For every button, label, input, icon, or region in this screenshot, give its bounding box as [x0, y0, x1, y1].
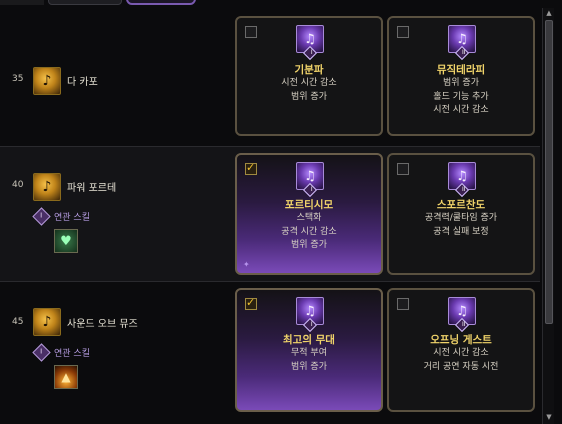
tripod-title: 뮤직테라피 — [436, 64, 486, 76]
scroll-up-arrow-icon[interactable]: ▲ — [544, 8, 554, 18]
tripod-checkbox-checked[interactable]: ✓ — [245, 161, 257, 175]
tripod-description: 범위 증가 홀드 기능 추가 시전 시간 감소 — [433, 78, 489, 115]
tripod-card[interactable]: ♫ II 오프닝 게스트 시전 시간 감소 거리 공연 자동 시전 — [387, 288, 535, 412]
tripod-card[interactable]: ♫ I 기분파 시전 시간 감소 범위 증가 — [235, 16, 383, 136]
music-note-icon[interactable]: ♪ — [33, 308, 61, 336]
tripod-rune-icon: ♫ II — [448, 297, 476, 333]
tripod-title: 스포르찬도 — [436, 199, 486, 211]
related-skill-label: I 연관 스킬 — [32, 207, 90, 226]
scroll-down-arrow-icon[interactable]: ▼ — [544, 412, 554, 422]
tripod-description: 스택화 공격 시간 감소 범위 증가 — [281, 213, 337, 250]
tripod-rune-icon: ♫ II — [448, 25, 476, 61]
skill-level: 45 — [12, 317, 24, 327]
tripod-title: 오프닝 게스트 — [430, 334, 492, 346]
tab-active[interactable] — [126, 0, 196, 5]
tripod-checkbox[interactable] — [397, 163, 409, 175]
tripod-rune-icon: ♫ I — [296, 297, 324, 333]
tripod-card-selected[interactable]: ✓ ♫ I 포르티시모 스택화 공격 시간 감소 범위 증가 ✦ — [235, 153, 383, 275]
music-note-icon[interactable]: ♪ — [33, 67, 61, 95]
tripod-card-selected[interactable]: ✓ ♫ I 최고의 무대 무적 부여 범위 증가 — [235, 288, 383, 412]
related-skill-label: I 연관 스킬 — [32, 343, 90, 362]
tripod-checkbox-checked[interactable]: ✓ — [245, 296, 257, 310]
skill-name: 다 카포 — [67, 77, 98, 88]
tripod-row: 45 ♪ 사운드 오브 뮤즈 I 연관 스킬 ▲ ✓ ♫ I 최고의 무대 무적 … — [0, 282, 540, 424]
tripod-card[interactable]: ♫ II 뮤직테라피 범위 증가 홀드 기능 추가 시전 시간 감소 — [387, 16, 535, 136]
top-tab-bar — [0, 0, 540, 8]
tripod-rune-icon: ♫ II — [448, 162, 476, 198]
tripod-title: 최고의 무대 — [283, 334, 335, 346]
skill-name: 사운드 오브 뮤즈 — [67, 319, 138, 330]
tripod-checkbox[interactable] — [397, 26, 409, 38]
tripod-checkbox[interactable] — [245, 26, 257, 38]
skill-level: 40 — [12, 180, 24, 190]
tripod-title: 기분파 — [294, 64, 324, 76]
stage-light-icon[interactable]: ▲ — [54, 365, 78, 389]
sparkle-icon: ✦ — [243, 260, 250, 269]
tripod-title: 포르티시모 — [284, 199, 334, 211]
tripod-checkbox[interactable] — [397, 298, 409, 310]
skill-level: 35 — [12, 74, 24, 84]
music-note-icon[interactable]: ♪ — [33, 173, 61, 201]
tripod-row: 35 ♪ 다 카포 ♫ I 기분파 시전 시간 감소 범위 증가 ♫ II 뮤직테라… — [0, 8, 540, 146]
tripod-rune-icon: ♫ I — [296, 162, 324, 198]
heart-skill-icon[interactable]: ♥ — [54, 229, 78, 253]
scrollbar-thumb[interactable] — [545, 20, 553, 324]
tripod-rune-icon: ♫ I — [296, 25, 324, 61]
diamond-badge-icon: I — [32, 343, 51, 362]
scrollbar[interactable]: ▲ ▼ — [542, 8, 554, 424]
skill-name: 파워 포르테 — [67, 183, 117, 194]
tripod-card[interactable]: ♫ II 스포르찬도 공격력/쿨타임 증가 공격 실패 보정 — [387, 153, 535, 275]
tripod-list: 35 ♪ 다 카포 ♫ I 기분파 시전 시간 감소 범위 증가 ♫ II 뮤직테라… — [0, 8, 540, 424]
diamond-badge-icon: I — [32, 207, 51, 226]
tripod-row: 40 ♪ 파워 포르테 I 연관 스킬 ♥ ✓ ♫ I 포르티시모 스택화 공격 … — [0, 146, 540, 282]
tab-left[interactable] — [0, 0, 44, 5]
tripod-description: 시전 시간 감소 범위 증가 — [281, 78, 337, 102]
tripod-description: 공격력/쿨타임 증가 공격 실패 보정 — [424, 213, 498, 237]
tripod-description: 무적 부여 범위 증가 — [291, 348, 327, 372]
tab-dropdown[interactable] — [48, 0, 122, 5]
tripod-description: 시전 시간 감소 거리 공연 자동 시전 — [423, 348, 499, 372]
